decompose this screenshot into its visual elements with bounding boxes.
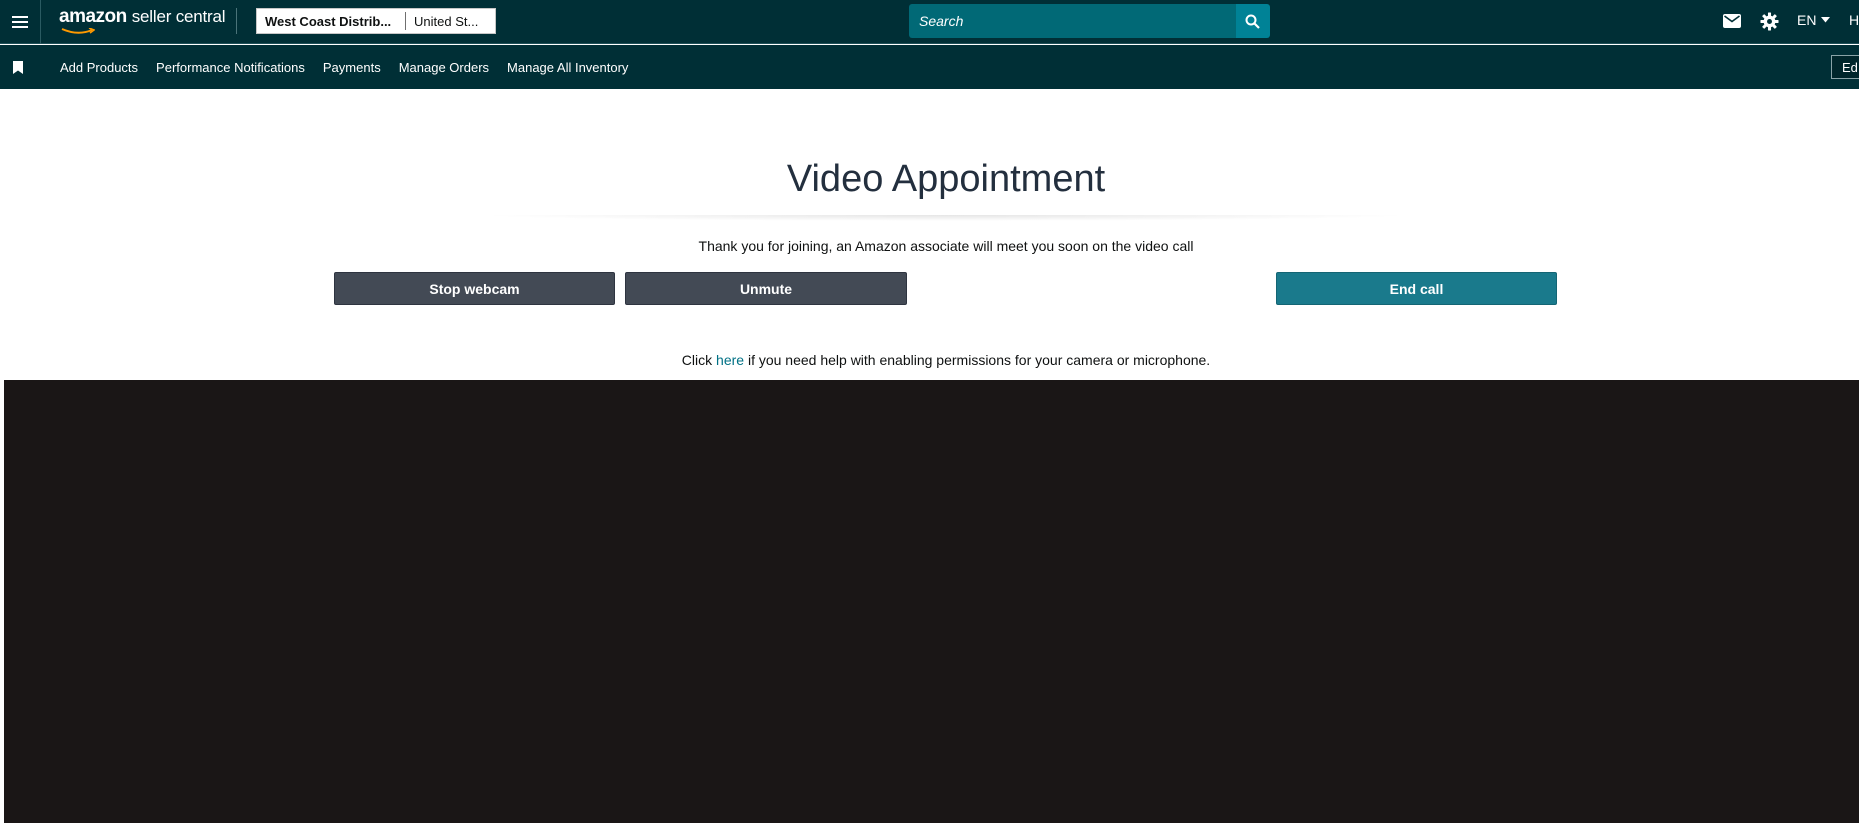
search-input[interactable] (909, 4, 1236, 38)
account-switcher[interactable]: West Coast Distrib... United St... (256, 8, 496, 34)
bookmarks-nav: Add Products Performance Notifications P… (0, 45, 1859, 89)
logo-divider (236, 8, 237, 34)
permissions-help-text: Click here if you need help with enablin… (0, 352, 1859, 368)
menu-button[interactable] (0, 0, 41, 44)
page-title: Video Appointment (786, 158, 1106, 200)
search-box (909, 4, 1270, 38)
bookmark-icon[interactable] (12, 61, 24, 75)
language-selector[interactable]: EN (1797, 12, 1831, 28)
account-name: West Coast Distrib... (265, 13, 392, 29)
mail-icon (1723, 14, 1741, 28)
search-icon (1245, 14, 1261, 29)
top-header: amazon seller central West Coast Distrib… (0, 0, 1859, 44)
search-button[interactable] (1235, 4, 1270, 38)
status-message: Thank you for joining, an Amazon associa… (698, 238, 1194, 254)
messages-button[interactable] (1720, 10, 1744, 32)
logo-seller-central-text: seller central (131, 7, 226, 26)
settings-button[interactable] (1757, 9, 1781, 33)
title-divider (477, 215, 1415, 221)
help-link[interactable]: H (1849, 12, 1859, 28)
help-suffix: if you need help with enabling permissio… (744, 352, 1211, 368)
end-call-button[interactable]: End call (1276, 272, 1557, 305)
nav-item-manage-orders[interactable]: Manage Orders (399, 60, 489, 75)
video-feed (4, 380, 1859, 823)
nav-item-manage-all-inventory[interactable]: Manage All Inventory (507, 60, 628, 75)
marketplace-name: United St... (414, 13, 479, 29)
nav-item-payments[interactable]: Payments (323, 60, 381, 75)
edit-nav-button[interactable]: Ed (1831, 55, 1859, 79)
nav-item-performance-notifications[interactable]: Performance Notifications (156, 60, 305, 75)
seller-central-logo[interactable]: amazon seller central (59, 6, 226, 36)
smile-arrow-icon (61, 28, 95, 34)
stop-webcam-button[interactable]: Stop webcam (334, 272, 615, 305)
chevron-down-icon (1821, 17, 1831, 23)
logo-amazon-text: amazon (59, 6, 127, 27)
gear-icon (1759, 11, 1779, 31)
menu-icon (12, 16, 28, 28)
unmute-button[interactable]: Unmute (625, 272, 907, 305)
language-label: EN (1797, 12, 1817, 28)
nav-item-add-products[interactable]: Add Products (60, 60, 138, 75)
nav-items: Add Products Performance Notifications P… (60, 45, 646, 89)
permissions-help-link[interactable]: here (716, 352, 744, 368)
help-prefix: Click (681, 352, 717, 368)
